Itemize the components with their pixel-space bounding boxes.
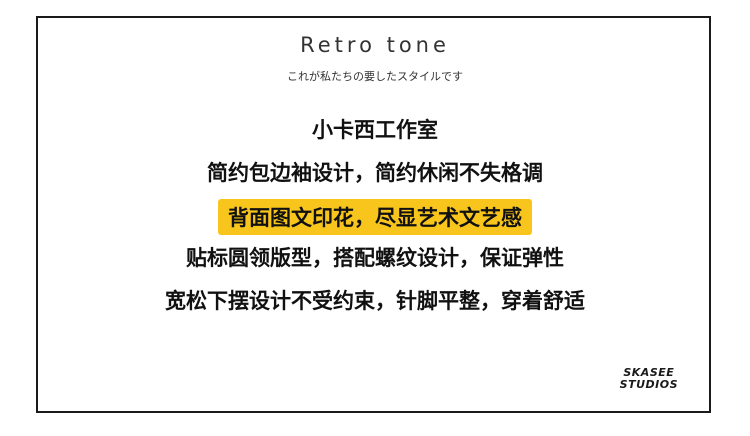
title: Retro tone: [300, 33, 450, 57]
subtitle: これが私たちの要したスタイルです: [287, 70, 463, 83]
line-hem-design: 宽松下摆设计不受约束，针脚平整，穿着舒适: [165, 289, 585, 313]
line-studio-name: 小卡西工作室: [312, 118, 438, 142]
line-collar-design: 贴标圆领版型，搭配螺纹设计，保证弹性: [186, 246, 564, 270]
logo-line-2: STUDIOS: [619, 378, 678, 391]
brand-logo: SKASEE STUDIOS: [620, 367, 678, 391]
line-sleeve-design: 简约包边袖设计，简约休闲不失格调: [207, 161, 543, 185]
line-back-print: 背面图文印花，尽显艺术文艺感: [0, 199, 750, 235]
highlighted-text: 背面图文印花，尽显艺术文艺感: [218, 199, 532, 235]
